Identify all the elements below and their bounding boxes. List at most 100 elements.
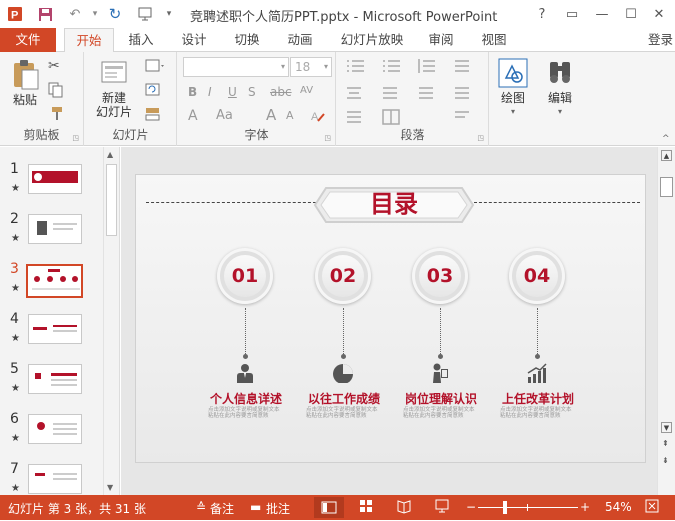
item-number-circle: 04 — [509, 248, 565, 304]
close-button[interactable]: ✕ — [648, 4, 670, 24]
tab-transitions[interactable]: 切换 — [224, 28, 270, 52]
tab-review[interactable]: 审阅 — [418, 28, 464, 52]
ribbon-tabs: 文件 开始 插入 设计 切换 动画 幻灯片放映 审阅 视图 登录 — [0, 28, 675, 53]
thumbnail-scrollbar[interactable]: ▲ ▼ — [103, 147, 119, 495]
font-size-combo[interactable]: 18 ▾ — [290, 57, 332, 77]
clipboard-group-label: 剪贴板 — [23, 128, 60, 142]
scroll-up-icon[interactable]: ▲ — [661, 150, 672, 161]
scrollbar-thumb[interactable] — [106, 164, 117, 236]
font-color-button[interactable]: A — [188, 108, 198, 124]
slide-thumbnail-6[interactable] — [28, 414, 82, 444]
tab-home[interactable]: 开始 — [64, 28, 114, 53]
clear-formatting-icon[interactable]: A — [310, 109, 326, 126]
normal-view-button[interactable] — [314, 497, 344, 518]
customize-quick-access-icon[interactable]: ▾ — [160, 5, 178, 23]
zoom-level[interactable]: 54% — [605, 500, 632, 514]
font-group: ▾ 18 ▾ B I U S abc AV A Aa A A A 字体 ◳ — [178, 52, 336, 146]
slide-thumbnail-5[interactable] — [28, 364, 82, 394]
paste-button[interactable]: 粘贴 — [8, 58, 42, 107]
tab-animations[interactable]: 动画 — [277, 28, 323, 52]
item-description: 点击添加文字说明或复制文本粘贴在此内容要言简意赅 — [306, 407, 378, 419]
start-slideshow-icon[interactable] — [136, 5, 154, 23]
change-case-button[interactable]: Aa — [216, 108, 233, 123]
underline-button[interactable]: U — [228, 85, 237, 99]
next-slide-icon[interactable]: ⇟ — [662, 457, 669, 465]
scroll-down-icon[interactable]: ▼ — [661, 422, 672, 433]
tab-design[interactable]: 设计 — [171, 28, 217, 52]
scroll-up-icon[interactable]: ▲ — [107, 150, 113, 159]
slide-canvas[interactable]: 目录 01 个人信息详述 点击添加文字说明或复制文本粘贴在此内容要言简意赅 02… — [135, 174, 646, 463]
clipboard-dialog-launcher-icon[interactable]: ◳ — [72, 134, 79, 142]
slide-thumbnail-3[interactable] — [26, 264, 83, 298]
cut-icon[interactable]: ✂ — [48, 58, 60, 74]
reading-view-button[interactable] — [396, 498, 412, 517]
dashed-divider-left — [146, 202, 316, 203]
slides-group: 新建 幻灯片 幻灯片 — [85, 52, 177, 146]
tab-file[interactable]: 文件 — [0, 28, 56, 52]
paste-label: 粘贴 — [12, 93, 37, 107]
comments-icon[interactable]: ▬ — [250, 500, 261, 514]
bold-button[interactable]: B — [188, 85, 197, 99]
font-name-combo[interactable]: ▾ — [183, 57, 289, 77]
thumbnail-number: 5 — [10, 361, 19, 377]
scrollbar-thumb[interactable] — [660, 177, 673, 197]
undo-dropdown-icon[interactable]: ▾ — [86, 5, 104, 23]
tab-slideshow[interactable]: 幻灯片放映 — [333, 28, 411, 52]
comments-button[interactable]: 批注 — [266, 500, 290, 517]
item-number-circle: 03 — [412, 248, 468, 304]
login-link[interactable]: 登录 — [648, 28, 673, 52]
strikethrough-button[interactable]: abc — [270, 85, 292, 99]
slide-thumbnail-1[interactable] — [28, 164, 82, 194]
reset-icon[interactable] — [145, 82, 161, 101]
format-painter-icon[interactable] — [48, 106, 64, 125]
drawing-button[interactable]: 绘图 ▾ — [496, 58, 530, 119]
layout-icon[interactable] — [145, 58, 165, 77]
editing-button[interactable]: 编辑 ▾ — [542, 58, 578, 119]
shapes-icon — [498, 58, 528, 88]
slide-thumbnail-2[interactable] — [28, 214, 82, 244]
character-spacing-button[interactable]: AV — [300, 85, 313, 96]
zoom-out-button[interactable]: − — [466, 500, 476, 514]
zoom-slider-thumb[interactable] — [503, 501, 507, 514]
slide-scrollbar[interactable]: ▲ ▼ ⇞ ⇟ — [657, 147, 675, 495]
paragraph-dialog-launcher-icon[interactable]: ◳ — [477, 134, 484, 142]
slide-sorter-view-button[interactable] — [358, 498, 374, 517]
drawing-group: 绘图 ▾ — [490, 52, 536, 146]
scroll-down-icon[interactable]: ▼ — [107, 483, 113, 492]
paragraph-controls-icon[interactable] — [343, 58, 483, 126]
collapse-ribbon-icon[interactable]: ^ — [662, 134, 670, 144]
new-slide-button[interactable]: 新建 幻灯片 — [89, 58, 139, 119]
increase-font-button[interactable]: A — [266, 106, 276, 124]
item-title: 以往工作成绩 — [307, 392, 380, 406]
zoom-slider-center-mark — [527, 504, 528, 511]
tab-view[interactable]: 视图 — [471, 28, 517, 52]
item-number: 03 — [419, 255, 461, 297]
new-slide-label-2: 幻灯片 — [95, 105, 132, 119]
help-button[interactable]: ? — [531, 4, 553, 24]
italic-button[interactable]: I — [208, 85, 212, 99]
thumbnail-number: 4 — [10, 311, 19, 327]
decrease-font-button[interactable]: A — [286, 109, 294, 122]
ribbon-display-options-button[interactable]: ▭ — [561, 4, 583, 24]
zoom-in-button[interactable]: + — [580, 500, 590, 514]
notes-icon[interactable]: ≙ — [196, 500, 206, 514]
slide-thumbnail-7[interactable] — [28, 464, 82, 494]
fit-slide-to-window-button[interactable] — [644, 498, 660, 517]
section-icon[interactable] — [145, 106, 165, 125]
slideshow-view-button[interactable] — [434, 498, 450, 517]
undo-icon[interactable]: ↶ — [66, 5, 84, 23]
previous-slide-icon[interactable]: ⇞ — [662, 440, 669, 448]
slide-thumbnail-4[interactable] — [28, 314, 82, 344]
paste-icon — [14, 60, 39, 90]
repeat-icon[interactable]: ↻ — [106, 5, 124, 23]
maximize-button[interactable]: ☐ — [620, 4, 642, 24]
text-shadow-button[interactable]: S — [248, 85, 256, 99]
zoom-slider-track[interactable] — [478, 501, 578, 514]
font-dialog-launcher-icon[interactable]: ◳ — [324, 134, 331, 142]
minimize-button[interactable]: — — [591, 4, 613, 24]
tab-insert[interactable]: 插入 — [118, 28, 164, 52]
animation-star-icon: ★ — [11, 283, 20, 294]
copy-icon[interactable] — [48, 82, 64, 101]
notes-button[interactable]: 备注 — [210, 500, 234, 517]
save-icon[interactable] — [36, 5, 54, 23]
